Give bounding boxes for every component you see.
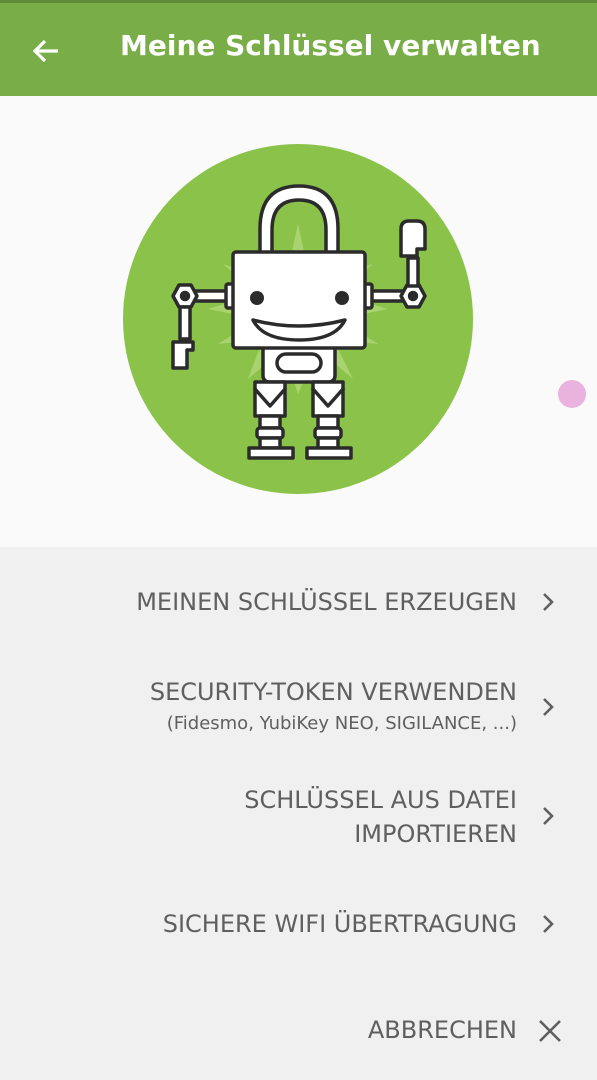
- import-key-label-line1: SCHLÜSSEL AUS DATEI: [244, 786, 517, 814]
- close-icon: [539, 1020, 561, 1042]
- create-key-label: MEINEN SCHLÜSSEL ERZEUGEN: [136, 588, 517, 616]
- padlock-robot-illustration: [123, 144, 473, 494]
- back-button[interactable]: [20, 25, 72, 77]
- cancel-label: ABBRECHEN: [367, 1016, 517, 1044]
- security-token-sublabel: (Fidesmo, YubiKey NEO, SIGILANCE, ...): [166, 713, 517, 734]
- import-key-label-line2: IMPORTIEREN: [354, 820, 517, 848]
- app-bar: Meine Schlüssel verwalten: [0, 0, 597, 96]
- chevron-right-icon: [543, 698, 554, 716]
- wifi-transfer-label: SICHERE WIFI ÜBERTRAGUNG: [162, 910, 517, 938]
- hero-section: [0, 96, 597, 547]
- chevron-right-icon: [543, 915, 554, 933]
- import-key-from-file-button[interactable]: SCHLÜSSEL AUS DATEI IMPORTIEREN: [0, 783, 597, 851]
- touch-indicator: [558, 380, 586, 408]
- cancel-button[interactable]: ABBRECHEN: [0, 1013, 597, 1047]
- action-menu: MEINEN SCHLÜSSEL ERZEUGEN SECURITY-TOKEN…: [0, 547, 597, 1080]
- security-token-label: SECURITY-TOKEN VERWENDEN: [149, 678, 517, 706]
- secure-wifi-transfer-button[interactable]: SICHERE WIFI ÜBERTRAGUNG: [0, 907, 597, 941]
- arrow-left-icon: [32, 39, 58, 63]
- use-security-token-button[interactable]: SECURITY-TOKEN VERWENDEN (Fidesmo, YubiK…: [0, 675, 597, 737]
- page-title: Meine Schlüssel verwalten: [120, 29, 541, 62]
- chevron-right-icon: [543, 593, 554, 611]
- create-key-button[interactable]: MEINEN SCHLÜSSEL ERZEUGEN: [0, 585, 597, 619]
- chevron-right-icon: [543, 807, 554, 825]
